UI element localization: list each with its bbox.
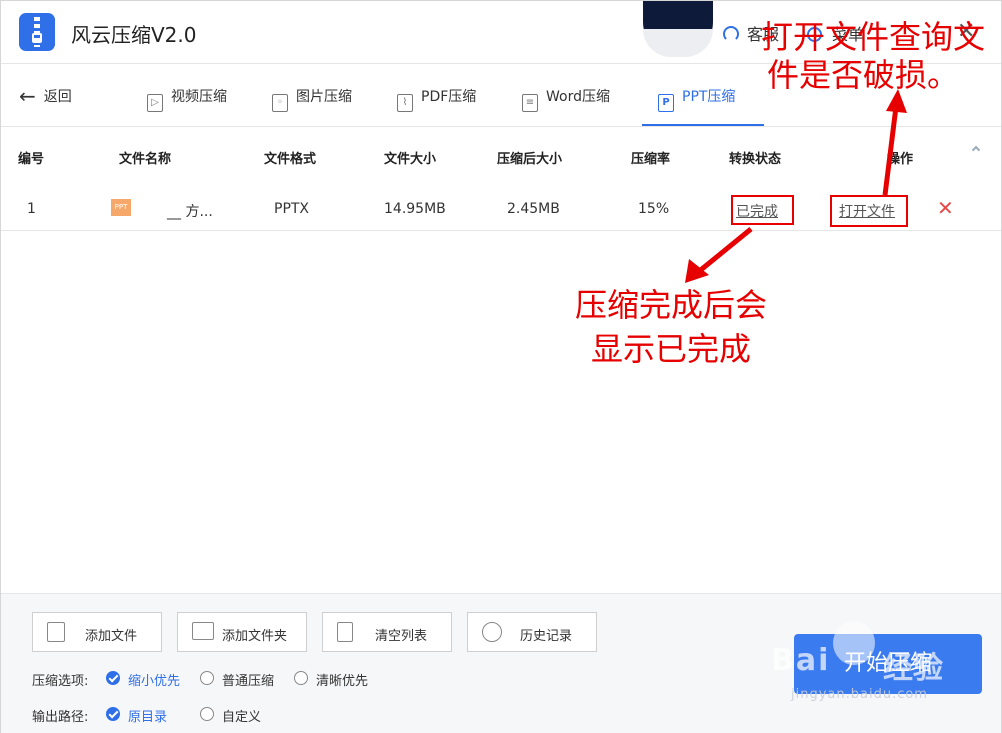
add-file-label: 添加文件 [85,629,138,644]
annotation-open-file-line2: 件是否破损。 [766,56,959,94]
add-folder-icon [192,622,214,640]
add-file-icon [47,622,65,642]
option-original-dir[interactable]: 原目录 [128,706,167,725]
clear-list-label: 清空列表 [375,629,428,644]
option-normal[interactable]: 普通压缩 [222,670,274,689]
annotation-open-file-line1: 打开文件查询文 [760,18,985,56]
add-folder-label: 添加文件夹 [222,629,288,644]
radio-custom-dir[interactable] [200,707,214,721]
option-custom-dir[interactable]: 自定义 [222,706,261,725]
clock-icon [482,622,502,642]
add-file-button[interactable]: 添加文件 [32,612,162,652]
history-button[interactable]: 历史记录 [467,612,597,652]
radio-original-dir[interactable] [106,707,120,721]
annotation-status-line2: 显示已完成 [590,330,751,368]
arrow-to-status [695,227,753,275]
radio-shrink-first[interactable] [106,671,120,685]
app-window: 风云压缩V2.0 客服 菜单 ✕ ← 返回 ▷ 视频压缩 ◦ 图片压缩 ⌇ PDF压缩 … [0,0,1002,733]
option-clarity-first[interactable]: 清晰优先 [316,670,368,689]
compress-option-label: 压缩选项: [32,674,89,689]
start-compress-button[interactable]: 开始压缩 [794,634,982,694]
annotation-status-line1: 压缩完成后会 [574,286,767,324]
trash-icon [337,622,353,642]
radio-clarity-first[interactable] [294,671,308,685]
arrow-head-status [685,259,709,283]
add-folder-button[interactable]: 添加文件夹 [177,612,307,652]
radio-normal[interactable] [200,671,214,685]
bottom-panel: 添加文件 添加文件夹 清空列表 历史记录 压缩选项: 缩小优先 普通压缩 清晰优… [1,593,1001,733]
clear-list-button[interactable]: 清空列表 [322,612,452,652]
history-label: 历史记录 [520,629,573,644]
arrow-to-action [882,106,899,196]
option-shrink-first[interactable]: 缩小优先 [128,670,180,689]
output-path-label: 输出路径: [32,710,89,725]
